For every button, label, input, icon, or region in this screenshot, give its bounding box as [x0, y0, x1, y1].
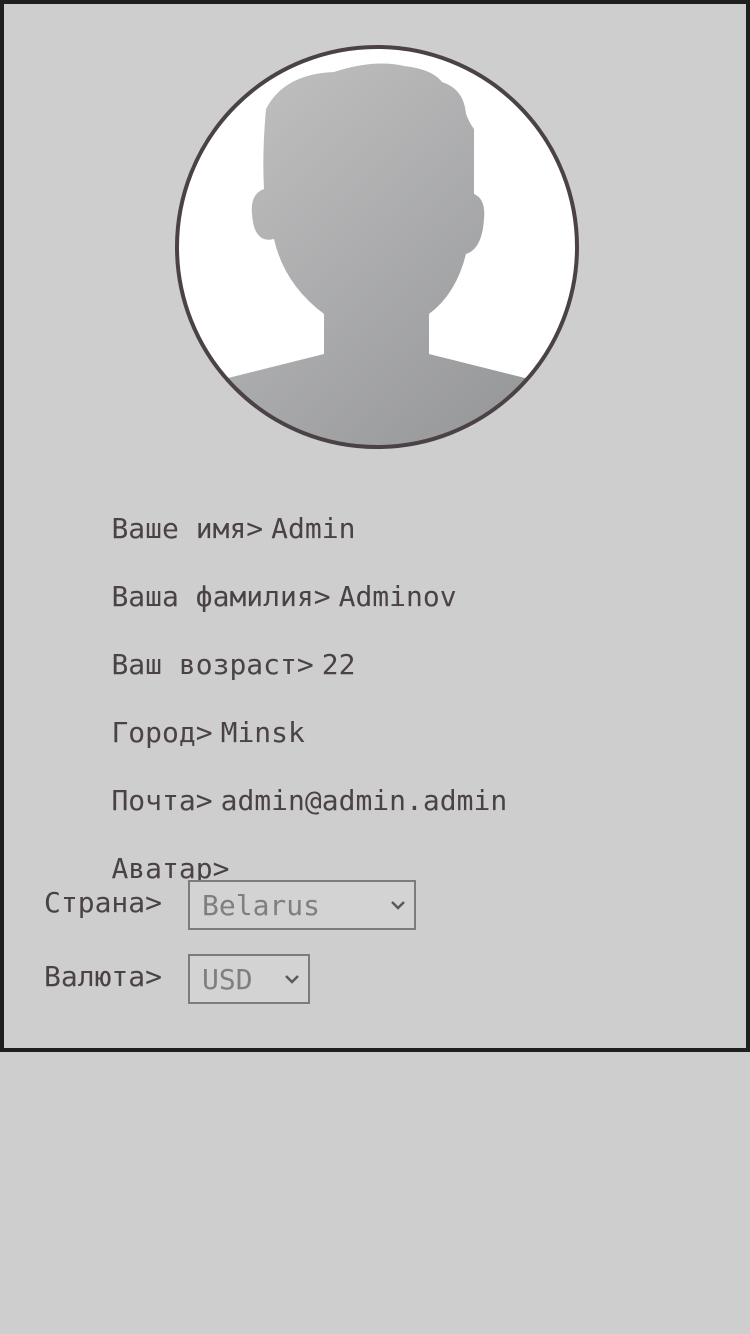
email-value: admin@admin.admin: [220, 784, 508, 817]
avatar-image: [175, 45, 579, 449]
profile-card: Ваше имя> Admin Ваша фамилия> Adminov Ваш …: [0, 0, 750, 1052]
currency-select[interactable]: USD: [188, 954, 310, 1004]
first-name-label: Ваше имя>: [111, 512, 264, 545]
last-name-value: Adminov: [338, 580, 457, 613]
chevron-down-icon: [285, 975, 299, 984]
currency-label: Валюта>: [44, 960, 163, 993]
country-label: Страна>: [44, 886, 163, 919]
city-value: Minsk: [220, 716, 305, 749]
last-name-label: Ваша фамилия>: [111, 580, 331, 613]
chevron-down-icon: [391, 901, 405, 910]
first-name-value: Admin: [271, 512, 356, 545]
age-label: Ваш возраст>: [111, 648, 314, 681]
age-value: 22: [321, 648, 356, 681]
currency-selected-value: USD: [202, 962, 253, 996]
country-select[interactable]: Belarus: [188, 880, 416, 930]
country-selected-value: Belarus: [202, 888, 321, 922]
city-label: Город>: [111, 716, 213, 749]
email-label: Почта>: [111, 784, 213, 817]
